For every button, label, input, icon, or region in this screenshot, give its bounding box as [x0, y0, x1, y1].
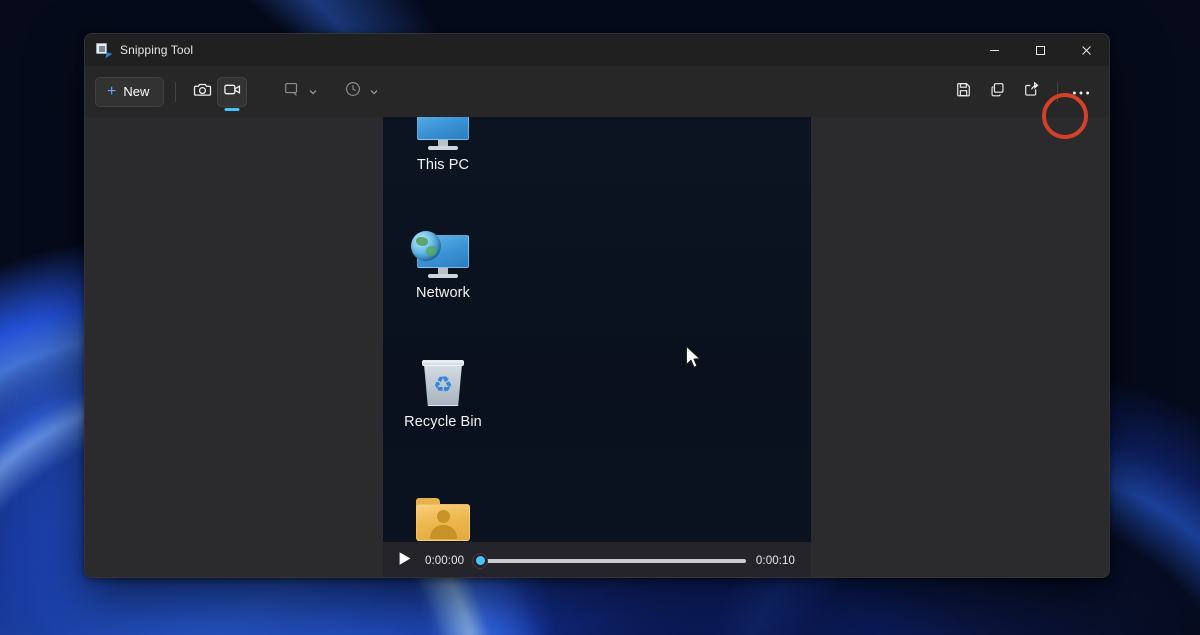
delay-timer-chevron-down-icon[interactable]	[366, 77, 382, 107]
snipping-tool-window: Snipping Tool + New This PC Network ♻ Re…	[84, 33, 1110, 578]
minimize-button[interactable]	[971, 34, 1017, 66]
ellipsis-icon	[1072, 83, 1090, 101]
window-controls	[971, 34, 1109, 66]
save-button[interactable]	[947, 77, 979, 107]
user-folder-icon	[416, 497, 470, 541]
plus-icon: +	[107, 82, 117, 100]
video-mode-button[interactable]	[217, 76, 248, 111]
camera-icon	[193, 80, 212, 104]
new-button-label: New	[123, 84, 150, 99]
snip-shape-button[interactable]	[277, 77, 307, 107]
total-time-label: 0:00:10	[755, 554, 795, 567]
toolbar-divider-1	[175, 81, 177, 102]
desktop-icon-label: Recycle Bin	[404, 414, 482, 430]
toolbar: + New	[85, 66, 1109, 117]
network-globe-icon	[411, 231, 469, 279]
video-mode-selected-indicator	[224, 107, 240, 111]
desktop-background: Snipping Tool + New This PC Network ♻ Re…	[0, 0, 1200, 635]
arrow-cursor-icon	[685, 345, 703, 371]
monitor-icon	[417, 117, 469, 151]
new-button[interactable]: + New	[95, 76, 165, 107]
clock-icon	[344, 80, 362, 103]
desktop-icon-this-pc[interactable]: This PC	[383, 117, 503, 173]
video-camera-icon	[223, 80, 242, 104]
snipping-tool-icon	[95, 42, 113, 60]
video-preview[interactable]: This PC Network ♻ Recycle Bin 0:00:00 0:…	[383, 117, 811, 577]
play-icon	[398, 551, 412, 571]
more-options-button[interactable]	[1065, 77, 1097, 107]
video-player-controls: 0:00:00 0:00:10	[383, 542, 811, 577]
toolbar-divider-2	[1057, 81, 1058, 102]
snip-shape-chevron-down-icon[interactable]	[305, 77, 321, 107]
copy-icon	[989, 81, 1006, 103]
recycle-bin-icon: ♻	[421, 360, 465, 408]
play-button[interactable]	[395, 551, 415, 571]
share-icon	[1023, 81, 1040, 103]
screenshot-mode-button[interactable]	[187, 77, 217, 107]
video-frame: This PC Network ♻ Recycle Bin	[383, 117, 811, 577]
maximize-button[interactable]	[1017, 34, 1063, 66]
desktop-icon-recycle-bin[interactable]: ♻ Recycle Bin	[383, 360, 503, 430]
delay-timer-button[interactable]	[338, 77, 368, 107]
window-title: Snipping Tool	[120, 43, 194, 57]
progress-thumb[interactable]	[472, 552, 489, 569]
desktop-icon-label: Network	[416, 285, 470, 301]
content-area: This PC Network ♻ Recycle Bin 0:00:00 0:…	[85, 117, 1109, 577]
progress-slider[interactable]	[472, 551, 746, 571]
desktop-icon-network[interactable]: Network	[383, 231, 503, 301]
copy-button[interactable]	[981, 77, 1013, 107]
close-button[interactable]	[1063, 34, 1109, 66]
desktop-icon-user-folder[interactable]	[383, 497, 503, 547]
progress-track	[474, 558, 746, 563]
current-time-label: 0:00:00	[425, 554, 465, 567]
toolbar-actions	[947, 77, 1097, 107]
title-bar: Snipping Tool	[85, 34, 1109, 66]
desktop-icon-label: This PC	[416, 157, 470, 173]
share-button[interactable]	[1015, 77, 1047, 107]
snip-options-group	[277, 77, 387, 107]
capture-mode-group	[187, 76, 248, 111]
save-icon	[955, 81, 972, 103]
rectangle-snip-icon	[283, 80, 301, 103]
